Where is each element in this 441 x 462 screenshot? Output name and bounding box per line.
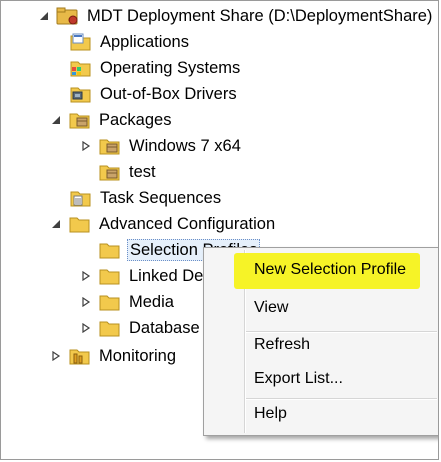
menu-item-help[interactable]: Help xyxy=(254,403,287,425)
expand-arrow-icon[interactable] xyxy=(50,350,62,362)
tree-node-advanced-configuration[interactable]: Advanced Configuration xyxy=(50,212,277,236)
expand-arrow-icon[interactable] xyxy=(80,140,92,152)
tree-node-label: Advanced Configuration xyxy=(99,215,276,233)
expand-arrow-icon[interactable] xyxy=(80,322,92,334)
applications-folder-icon xyxy=(69,31,93,53)
tree-node-drivers[interactable]: Out-of-Box Drivers xyxy=(69,82,239,106)
tree-node-label: Applications xyxy=(100,33,189,51)
deployment-share-icon xyxy=(56,5,80,27)
package-folder-icon xyxy=(98,161,122,183)
package-folder-icon xyxy=(98,135,122,157)
tree-node-label: Out-of-Box Drivers xyxy=(100,85,237,103)
collapse-arrow-icon[interactable] xyxy=(50,218,62,230)
menu-item-refresh[interactable]: Refresh xyxy=(254,334,310,356)
tree-node-label: Database xyxy=(129,319,200,337)
collapse-arrow-icon[interactable] xyxy=(38,10,50,22)
menu-separator xyxy=(246,398,437,400)
tree-node-label: Operating Systems xyxy=(100,59,241,77)
tree-node-media[interactable]: Media xyxy=(80,290,176,314)
tree-node-packages[interactable]: Packages xyxy=(50,108,173,132)
tree-node-label: Monitoring xyxy=(99,347,177,365)
tree-node-label: Task Sequences xyxy=(100,189,222,207)
tree-node-database[interactable]: Database xyxy=(80,316,202,340)
tree-node-operating-systems[interactable]: Operating Systems xyxy=(69,56,242,80)
folder-icon xyxy=(98,265,122,287)
tree-node-task-sequences[interactable]: Task Sequences xyxy=(69,186,223,210)
menu-item-export-list[interactable]: Export List... xyxy=(254,368,343,390)
task-sequences-folder-icon xyxy=(69,187,93,209)
folder-icon xyxy=(98,239,122,261)
tree-node-label: Media xyxy=(129,293,174,311)
tree-node-windows7[interactable]: Windows 7 x64 xyxy=(80,134,243,158)
tree-node-applications[interactable]: Applications xyxy=(69,30,191,54)
expand-arrow-icon[interactable] xyxy=(80,270,92,282)
drivers-folder-icon xyxy=(69,83,93,105)
packages-folder-icon xyxy=(68,109,92,131)
tree-node-label: Windows 7 x64 xyxy=(129,137,241,155)
menu-item-view[interactable]: View xyxy=(254,297,288,319)
monitoring-folder-icon xyxy=(68,345,92,367)
folder-icon xyxy=(68,213,92,235)
tree-node-label: test xyxy=(129,163,156,181)
folder-icon xyxy=(98,291,122,313)
tree-node-label: Packages xyxy=(99,111,172,129)
menu-item-new-selection-profile[interactable]: New Selection Profile xyxy=(254,259,406,281)
window-frame: MDT Deployment Share (D:\DeploymentShare… xyxy=(0,0,439,460)
tree-node-monitoring[interactable]: Monitoring xyxy=(50,344,178,368)
tree-node-test[interactable]: test xyxy=(98,160,158,184)
tree-node-root[interactable]: MDT Deployment Share (D:\DeploymentShare… xyxy=(38,4,434,28)
menu-separator xyxy=(246,331,437,333)
folder-icon xyxy=(98,317,122,339)
operating-systems-folder-icon xyxy=(69,57,93,79)
collapse-arrow-icon[interactable] xyxy=(50,114,62,126)
tree-node-label: MDT Deployment Share (D:\DeploymentShare… xyxy=(87,7,433,25)
expand-arrow-icon[interactable] xyxy=(80,296,92,308)
